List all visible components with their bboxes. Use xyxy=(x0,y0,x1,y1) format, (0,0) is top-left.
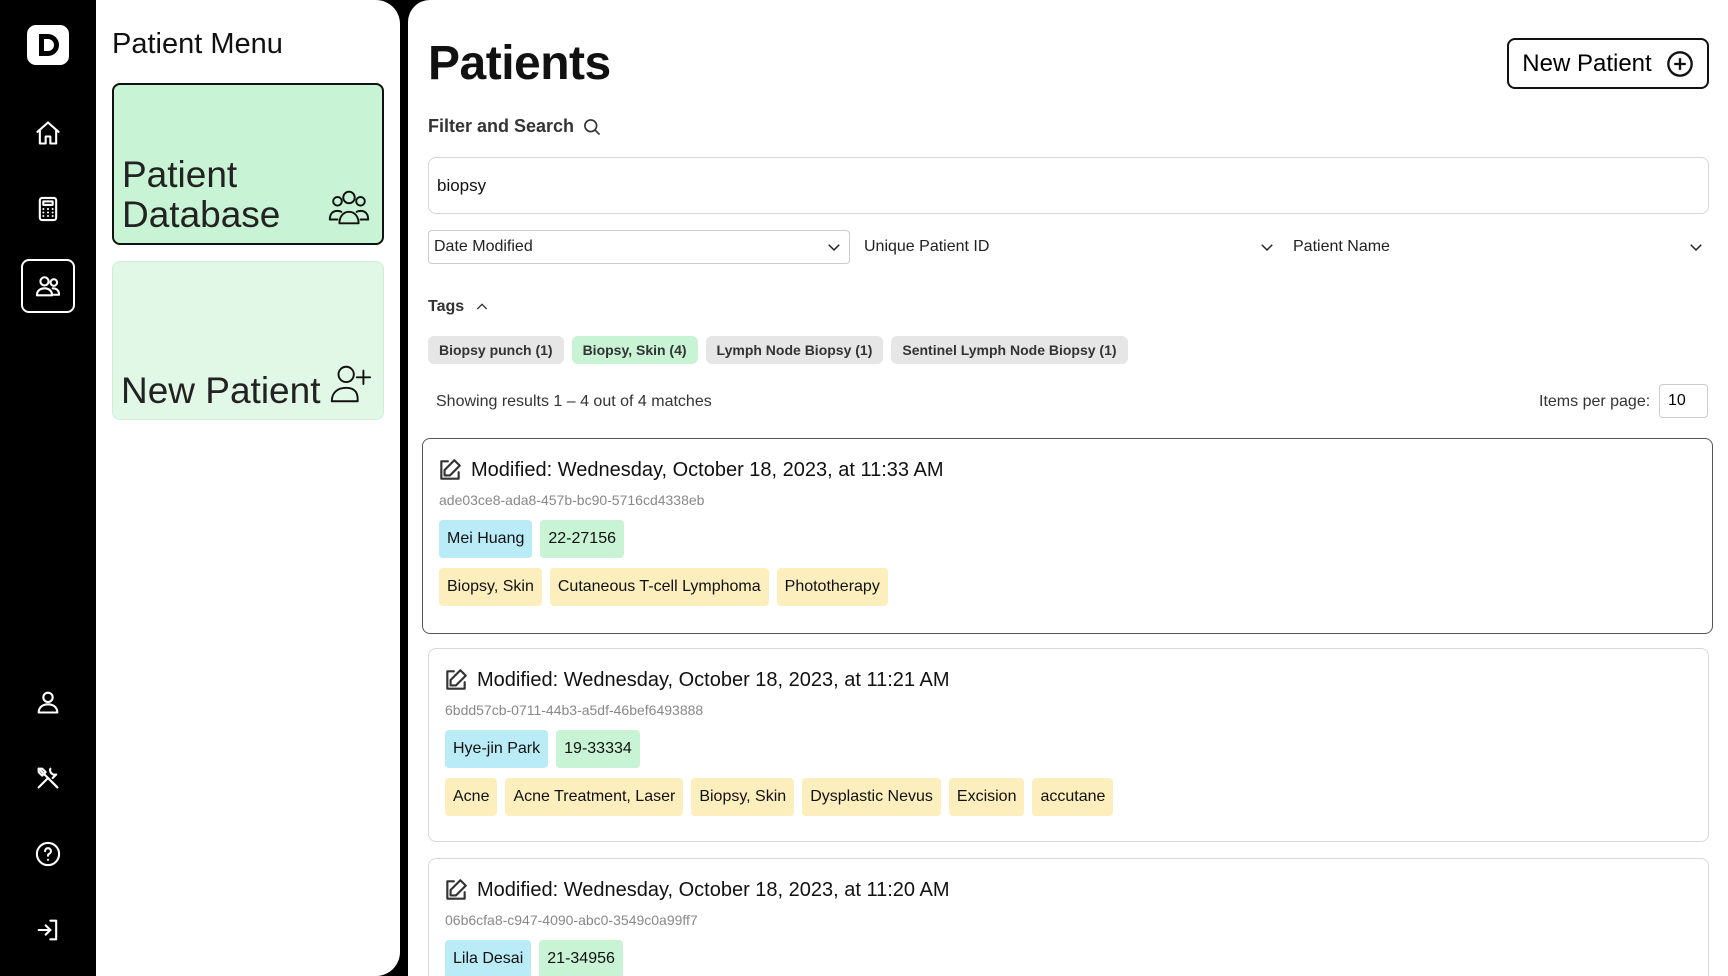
user-icon xyxy=(37,691,59,714)
help-icon xyxy=(35,841,61,867)
main-content: Patients New Patient Filter and Search D… xyxy=(408,0,1728,976)
calculator-icon xyxy=(38,196,58,222)
home-icon xyxy=(36,121,60,145)
chevron-up-icon xyxy=(477,303,488,310)
edit-icon[interactable] xyxy=(443,667,469,693)
patient-database-label: Patient Database xyxy=(122,154,281,235)
nav-help[interactable] xyxy=(21,827,75,881)
record-modified: Modified: Wednesday, October 18, 2023, a… xyxy=(471,458,944,481)
nav-logout[interactable] xyxy=(21,903,75,957)
record-tags-row: Acne Acne Treatment, Laser Biopsy, Skin … xyxy=(445,778,1114,816)
patient-id-pill: 22-27156 xyxy=(540,520,624,558)
patient-id-pill: 19-33334 xyxy=(556,730,640,768)
filter-search-label: Filter and Search xyxy=(428,116,602,137)
nav-home[interactable] xyxy=(21,106,75,160)
app-logo[interactable] xyxy=(27,25,69,65)
record-tags-row: Biopsy, Skin Cutaneous T-cell Lymphoma P… xyxy=(439,568,888,606)
record-uuid: 6bdd57cb-0711-44b3-a5df-46bef6493888 xyxy=(445,702,704,718)
edit-icon[interactable] xyxy=(437,457,463,483)
record-uuid: ade03ce8-ada8-457b-bc90-5716cd4338eb xyxy=(439,492,705,508)
tags-toggle[interactable]: Tags xyxy=(428,298,490,316)
sort-date-modified-select[interactable]: Date Modified xyxy=(428,230,850,264)
patient-record-card[interactable]: Modified: Wednesday, October 18, 2023, a… xyxy=(422,438,1713,634)
record-modified: Modified: Wednesday, October 18, 2023, a… xyxy=(477,878,950,901)
nav-tools[interactable] xyxy=(21,751,75,805)
nav-rail xyxy=(0,0,96,976)
chevron-down-icon xyxy=(1261,244,1273,252)
record-tag: Cutaneous T-cell Lymphoma xyxy=(549,568,769,606)
record-tag: Phototherapy xyxy=(776,568,888,606)
record-identity-row: Lila Desai 21-34956 xyxy=(445,940,623,976)
record-identity-row: Mei Huang 22-27156 xyxy=(439,520,624,558)
patient-record-card[interactable]: Modified: Wednesday, October 18, 2023, a… xyxy=(428,648,1709,842)
record-tag: Acne xyxy=(445,778,498,816)
results-summary: Showing results 1 – 4 out of 4 matches xyxy=(436,393,712,410)
plus-circle-icon xyxy=(1666,50,1693,77)
logo-icon xyxy=(39,34,59,56)
nav-calculator[interactable] xyxy=(21,182,75,236)
tag-chip-selected[interactable]: Biopsy, Skin (4) xyxy=(571,336,698,364)
patient-database-card[interactable]: Patient Database xyxy=(112,83,384,245)
record-tag: Biopsy, Skin xyxy=(691,778,795,816)
patient-id-pill: 21-34956 xyxy=(539,940,623,976)
chevron-down-icon xyxy=(1690,244,1702,252)
patient-name-label: Patient Name xyxy=(1293,238,1390,255)
tags-label: Tags xyxy=(428,298,465,315)
new-patient-button[interactable]: New Patient xyxy=(1507,38,1709,89)
users-icon xyxy=(35,276,61,297)
logout-icon xyxy=(37,919,58,941)
record-modified: Modified: Wednesday, October 18, 2023, a… xyxy=(477,668,950,691)
menu-title: Patient Menu xyxy=(112,28,283,60)
chevron-down-icon xyxy=(828,244,840,252)
tag-filter-chips: Biopsy punch (1) Biopsy, Skin (4) Lymph … xyxy=(428,336,1128,364)
patient-record-card[interactable]: Modified: Wednesday, October 18, 2023, a… xyxy=(428,858,1709,976)
tag-chip[interactable]: Sentinel Lymph Node Biopsy (1) xyxy=(891,336,1128,364)
search-input[interactable] xyxy=(428,157,1709,214)
record-header: Modified: Wednesday, October 18, 2023, a… xyxy=(437,457,944,483)
patient-menu: Patient Menu Patient Database New Patien… xyxy=(96,0,400,976)
record-tag: accutane xyxy=(1032,778,1114,816)
record-header: Modified: Wednesday, October 18, 2023, a… xyxy=(443,667,950,693)
patient-name-select[interactable]: Patient Name xyxy=(1288,230,1711,264)
filter-search-text: Filter and Search xyxy=(428,116,575,136)
record-tag: Biopsy, Skin xyxy=(439,568,542,606)
nav-profile[interactable] xyxy=(21,675,75,729)
users-group-icon xyxy=(326,185,372,231)
page-title: Patients xyxy=(428,37,611,90)
record-header: Modified: Wednesday, October 18, 2023, a… xyxy=(443,877,950,903)
user-plus-icon xyxy=(327,361,373,407)
items-per-page-input[interactable] xyxy=(1659,384,1708,418)
record-tag: Acne Treatment, Laser xyxy=(505,778,684,816)
record-uuid: 06b6cfa8-c947-4090-abc0-3549c0a99ff7 xyxy=(445,912,698,928)
edit-icon[interactable] xyxy=(443,877,469,903)
sort-date-modified-label: Date Modified xyxy=(434,238,533,255)
record-tag: Dysplastic Nevus xyxy=(802,778,941,816)
tools-icon xyxy=(37,767,59,789)
patient-name-pill: Lila Desai xyxy=(445,940,532,976)
tag-chip[interactable]: Lymph Node Biopsy (1) xyxy=(705,336,884,364)
record-tag: Excision xyxy=(948,778,1025,816)
tag-chip[interactable]: Biopsy punch (1) xyxy=(428,336,564,364)
nav-patients[interactable] xyxy=(21,259,75,313)
new-patient-label: New Patient xyxy=(121,370,321,411)
patient-name-pill: Mei Huang xyxy=(439,520,533,558)
patient-name-pill: Hye-jin Park xyxy=(445,730,549,768)
new-patient-button-label: New Patient xyxy=(1522,49,1652,77)
search-icon xyxy=(584,118,601,135)
unique-patient-id-label: Unique Patient ID xyxy=(864,238,990,255)
record-identity-row: Hye-jin Park 19-33334 xyxy=(445,730,640,768)
new-patient-card[interactable]: New Patient xyxy=(112,261,384,420)
unique-patient-id-select[interactable]: Unique Patient ID xyxy=(859,230,1282,264)
items-per-page-label: Items per page: xyxy=(1539,393,1651,410)
